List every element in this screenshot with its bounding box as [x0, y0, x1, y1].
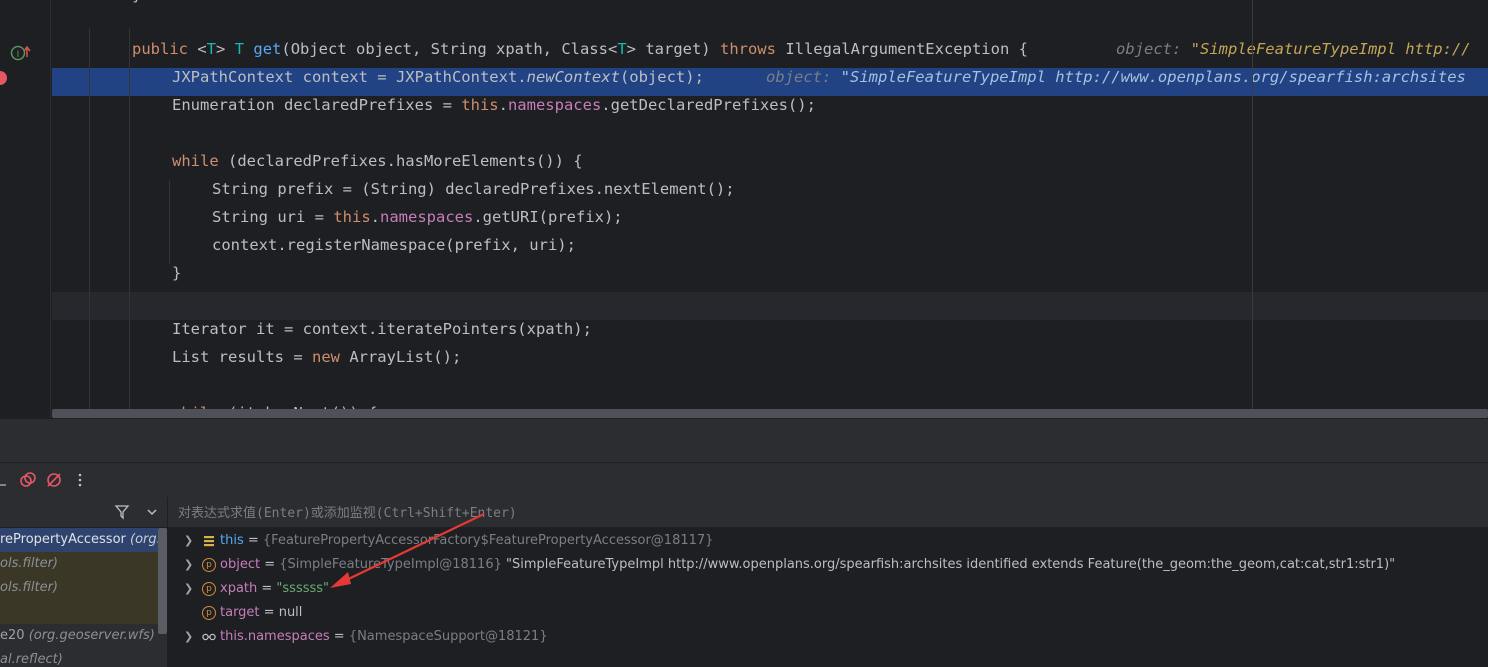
code-line-method-signature[interactable]: public <T> T get(Object object, String x…	[52, 40, 1488, 68]
inline-debug-hint: object: "SimpleFeatureTypeImpl http://	[1116, 40, 1471, 58]
line-number: 3	[0, 0, 4, 14]
code-line[interactable]: }	[52, 264, 1488, 292]
code-line-current-execution[interactable]: JXPathContext context = JXPathContext.ne…	[52, 68, 1488, 96]
chevron-right-icon[interactable]: ❯	[184, 625, 194, 649]
line-number: 6	[0, 238, 4, 266]
line-number: 1	[0, 98, 4, 126]
code-line[interactable]: while (declaredPrefixes.hasMoreElements(…	[52, 152, 1488, 180]
code-text: }	[132, 0, 141, 4]
code-text: Iterator it = context.iteratePointers(xp…	[172, 320, 592, 338]
breakpoint-icon[interactable]	[0, 70, 8, 86]
implements-method-icon[interactable]: I	[10, 44, 32, 62]
object-field-icon	[204, 536, 214, 547]
line-number: 9	[0, 322, 4, 350]
code-text: }	[172, 264, 182, 282]
line-number: 3	[0, 154, 4, 182]
code-text: String uri = this.namespaces.getURI(pref…	[212, 208, 623, 226]
filter-icon[interactable]	[114, 504, 130, 520]
indent-guide	[169, 180, 170, 264]
code-line[interactable]: Enumeration declaredPrefixes = this.name…	[52, 96, 1488, 124]
svg-text:I: I	[17, 50, 20, 60]
chevron-down-icon[interactable]	[145, 505, 159, 519]
code-line-caret[interactable]	[52, 292, 1488, 320]
code-line[interactable]: String uri = this.namespaces.getURI(pref…	[52, 208, 1488, 236]
line-number-gutter[interactable]: 3 1 1 2 3 4 5 6 7 8 9 0 1 2 I	[0, 0, 50, 418]
code-line[interactable]: context.registerNamespace(prefix, uri);	[52, 236, 1488, 264]
code-line[interactable]: Iterator it = context.iteratePointers(xp…	[52, 320, 1488, 348]
frames-list[interactable]: rePropertyAccessor (org.g ols.filter) ol…	[0, 528, 167, 667]
variable-text: this.namespaces = {NamespaceSupport@1812…	[220, 629, 548, 644]
code-text: List results = new ArrayList();	[172, 348, 462, 366]
variable-row-this-namespaces[interactable]: ❯ this.namespaces = {NamespaceSupport@18…	[168, 625, 1488, 649]
code-text: String prefix = (String) declaredPrefixe…	[212, 180, 735, 198]
code-text: Enumeration declaredPrefixes = this.name…	[172, 96, 816, 114]
variable-row-target[interactable]: p target = null	[168, 601, 1488, 625]
frames-header	[0, 497, 167, 528]
debug-toolbar	[0, 462, 1488, 497]
step-button[interactable]	[0, 471, 10, 489]
mute-breakpoints-icon	[47, 473, 61, 487]
frame-item[interactable]	[0, 600, 158, 624]
code-line[interactable]: List results = new ArrayList();	[52, 348, 1488, 376]
parameter-icon: p	[202, 558, 216, 572]
code-text: public <T> T get(Object object, String x…	[132, 40, 1028, 58]
line-number: 1	[0, 42, 4, 70]
indent-guide	[89, 28, 90, 418]
horizontal-scrollbar[interactable]	[52, 409, 1488, 418]
line-number: 5	[0, 210, 4, 238]
code-text: context.registerNamespace(prefix, uri);	[212, 236, 576, 254]
code-line[interactable]: String prefix = (String) declaredPrefixe…	[52, 180, 1488, 208]
code-editor[interactable]: 3 1 1 2 3 4 5 6 7 8 9 0 1 2 I } public <…	[0, 0, 1488, 418]
code-line[interactable]: }	[52, 0, 1488, 14]
variable-text: xpath = "ssssss"	[220, 581, 330, 596]
inline-debug-hint: object: "SimpleFeatureTypeImpl http://ww…	[766, 68, 1466, 86]
frame-item[interactable]: rePropertyAccessor (org.g	[0, 528, 158, 552]
more-vertical-icon	[78, 473, 82, 487]
indent-guide	[129, 28, 130, 418]
evaluate-expression-input[interactable]	[176, 502, 1080, 524]
watch-icon	[202, 633, 216, 641]
frame-item[interactable]: ols.filter)	[0, 552, 158, 576]
right-margin-guide	[1252, 0, 1253, 418]
frame-item[interactable]: al.reflect)	[0, 648, 158, 667]
mute-breakpoints-button[interactable]	[45, 471, 63, 489]
line-number: 4	[0, 182, 4, 210]
annotation-arrow-icon	[330, 513, 485, 588]
line-number: 8	[0, 294, 4, 322]
code-text: JXPathContext context = JXPathContext.ne…	[172, 68, 704, 86]
line-number: 2	[0, 126, 4, 154]
line-number: 1	[0, 378, 4, 406]
parameter-icon: p	[202, 606, 216, 620]
line-number: 0	[0, 350, 4, 378]
frame-item[interactable]: ols.filter)	[0, 576, 158, 600]
view-breakpoints-button[interactable]	[19, 471, 37, 489]
line-number: 2	[0, 406, 4, 418]
line-number: 7	[0, 266, 4, 294]
variable-text: target = null	[220, 605, 303, 620]
chevron-right-icon[interactable]: ❯	[184, 577, 194, 601]
frames-scrollbar[interactable]	[158, 528, 167, 634]
parameter-icon: p	[202, 582, 216, 596]
code-text: while (declaredPrefixes.hasMoreElements(…	[172, 152, 583, 170]
chevron-right-icon[interactable]: ❯	[184, 553, 194, 577]
frame-item[interactable]: e20 (org.geoserver.wfs)	[0, 624, 158, 648]
breakpoints-icon	[20, 472, 36, 487]
gutter-separator	[50, 0, 51, 418]
chevron-right-icon[interactable]: ❯	[184, 529, 194, 553]
more-options-button[interactable]	[71, 471, 89, 489]
panel-divider[interactable]	[0, 418, 1488, 463]
